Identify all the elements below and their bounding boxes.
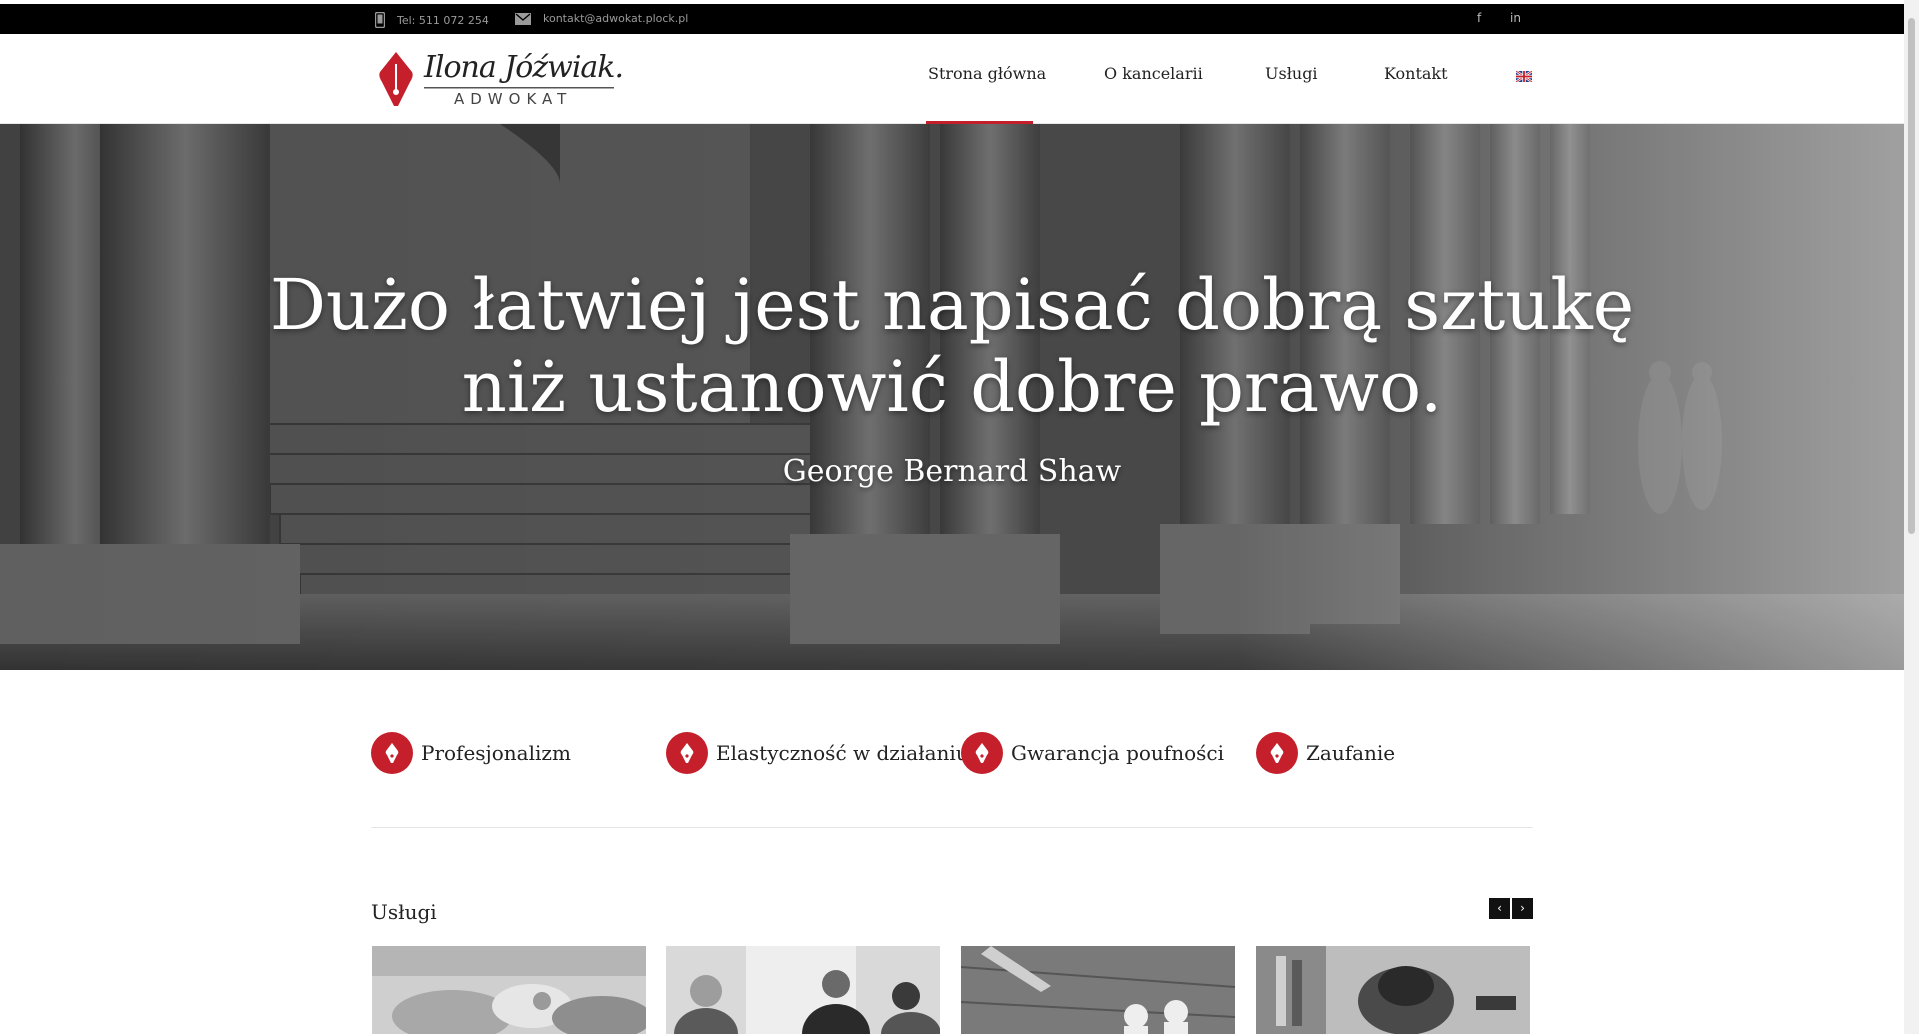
hands-photo [372, 946, 646, 1034]
page-scrollbar[interactable] [1904, 0, 1919, 1034]
meeting-photo [666, 946, 940, 1034]
nav-contact[interactable]: Kontakt [1384, 64, 1448, 83]
feature-confidentiality: Gwarancja poufności [961, 731, 1224, 775]
carousel-prev-button[interactable]: ‹ [1489, 898, 1510, 919]
envelope-icon [515, 12, 531, 25]
phone-text: Tel: 511 072 254 [397, 13, 489, 27]
site-header: Ilona Jóźwiak. ADWOKAT Strona główna O k… [0, 34, 1904, 124]
hero-quote: Dużo łatwiej jest napisać dobrą sztukę n… [0, 264, 1904, 428]
email-text: kontakt@adwokat.plock.pl [543, 12, 689, 25]
service-card-image[interactable] [1256, 946, 1530, 1034]
student-photo [1256, 946, 1530, 1034]
phone-icon [375, 12, 385, 28]
feature-label: Elastyczność w działaniu [716, 741, 969, 765]
feature-flexibility: Elastyczność w działaniu [666, 731, 969, 775]
pen-nib-icon [1256, 732, 1298, 774]
phone-contact[interactable]: Tel: 511 072 254 [375, 12, 489, 28]
feature-trust: Zaufanie [1256, 731, 1395, 775]
feature-label: Gwarancja poufności [1011, 741, 1224, 765]
service-card-image[interactable] [666, 946, 940, 1034]
hero-banner: Dużo łatwiej jest napisać dobrą sztukę n… [0, 124, 1904, 670]
feature-label: Profesjonalizm [421, 741, 571, 765]
carousel-next-button[interactable]: › [1512, 898, 1533, 919]
hero-quote-line-1: Dużo łatwiej jest napisać dobrą sztukę [269, 264, 1635, 346]
paper-figures-photo [961, 946, 1235, 1034]
service-card-image[interactable] [372, 946, 646, 1034]
facebook-icon[interactable]: f [1477, 11, 1481, 25]
linkedin-icon[interactable]: in [1510, 11, 1521, 25]
pen-nib-icon [666, 732, 708, 774]
page: Tel: 511 072 254 kontakt@adwokat.plock.p… [0, 0, 1904, 1034]
main-nav: Strona główna O kancelarii Usługi Kontak… [0, 34, 1904, 124]
email-contact[interactable]: kontakt@adwokat.plock.pl [515, 12, 688, 25]
feature-label: Zaufanie [1306, 741, 1396, 765]
pen-nib-icon [961, 732, 1003, 774]
uk-flag-icon[interactable] [1516, 71, 1532, 82]
scrollbar-thumb[interactable] [1908, 18, 1915, 534]
pen-nib-icon [371, 732, 413, 774]
nav-about[interactable]: O kancelarii [1104, 64, 1203, 83]
service-card-image[interactable] [961, 946, 1235, 1034]
services-title: Usługi [371, 900, 437, 924]
hero-quote-line-2: niż ustanowić dobre prawo. [461, 346, 1443, 428]
nav-home[interactable]: Strona główna [928, 64, 1046, 83]
top-bar: Tel: 511 072 254 kontakt@adwokat.plock.p… [0, 0, 1904, 34]
feature-professionalism: Profesjonalizm [371, 731, 571, 775]
nav-services[interactable]: Usługi [1265, 64, 1318, 83]
hero-quote-author: George Bernard Shaw [782, 454, 1122, 489]
section-divider [371, 827, 1533, 828]
